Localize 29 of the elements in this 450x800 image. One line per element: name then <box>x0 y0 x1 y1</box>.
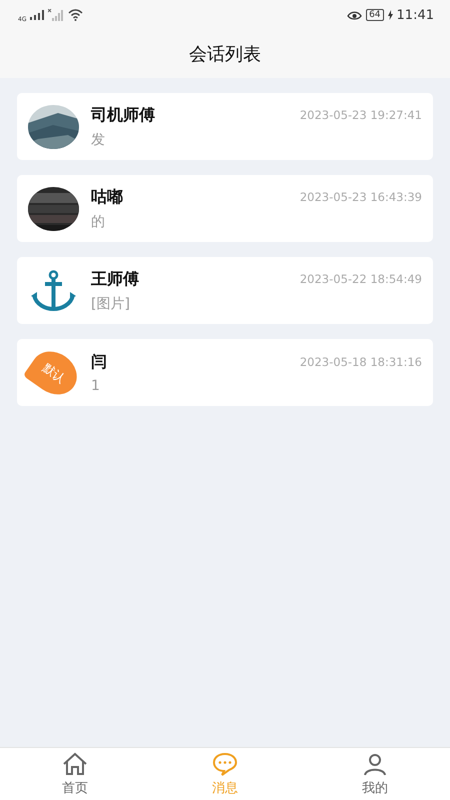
message-preview: [图片] <box>91 294 131 312</box>
conversation-card[interactable]: 默认 闫 2023-05-18 18:31:16 1 <box>17 339 433 406</box>
clock: 11:41 <box>396 8 434 22</box>
tab-item[interactable]: 我的 <box>300 748 450 800</box>
signal-icon <box>30 10 44 20</box>
message-preview: 发 <box>91 130 106 148</box>
chat-icon <box>212 752 238 776</box>
message-time: 2023-05-23 16:43:39 <box>300 190 422 204</box>
page-title: 会话列表 <box>189 43 261 66</box>
contact-name: 司机师傅 <box>91 104 155 126</box>
home-icon <box>62 752 88 776</box>
conversation-card[interactable]: 司机师傅 2023-05-23 19:27:41 发 <box>17 93 433 160</box>
battery-indicator: 64 <box>366 9 384 21</box>
contact-name: 闫 <box>91 352 107 372</box>
message-preview: 的 <box>91 212 106 230</box>
conversation-card[interactable]: 王师傅 2023-05-22 18:54:49 [图片] <box>17 257 433 324</box>
message-preview: 1 <box>91 378 101 394</box>
wifi-icon <box>68 9 84 21</box>
message-time: 2023-05-18 18:31:16 <box>300 355 422 369</box>
person-icon <box>362 752 388 776</box>
message-time: 2023-05-22 18:54:49 <box>300 272 422 286</box>
charging-icon <box>388 10 393 20</box>
message-time: 2023-05-23 19:27:41 <box>300 108 422 122</box>
tab-item[interactable]: 首页 <box>0 748 150 800</box>
no-signal-icon <box>48 9 64 21</box>
contact-name: 咕嘟 <box>91 186 123 208</box>
conversation-card[interactable]: 咕嘟 2023-05-23 16:43:39 的 <box>17 175 433 242</box>
eye-icon <box>347 10 362 20</box>
contact-name: 王师傅 <box>91 268 139 290</box>
